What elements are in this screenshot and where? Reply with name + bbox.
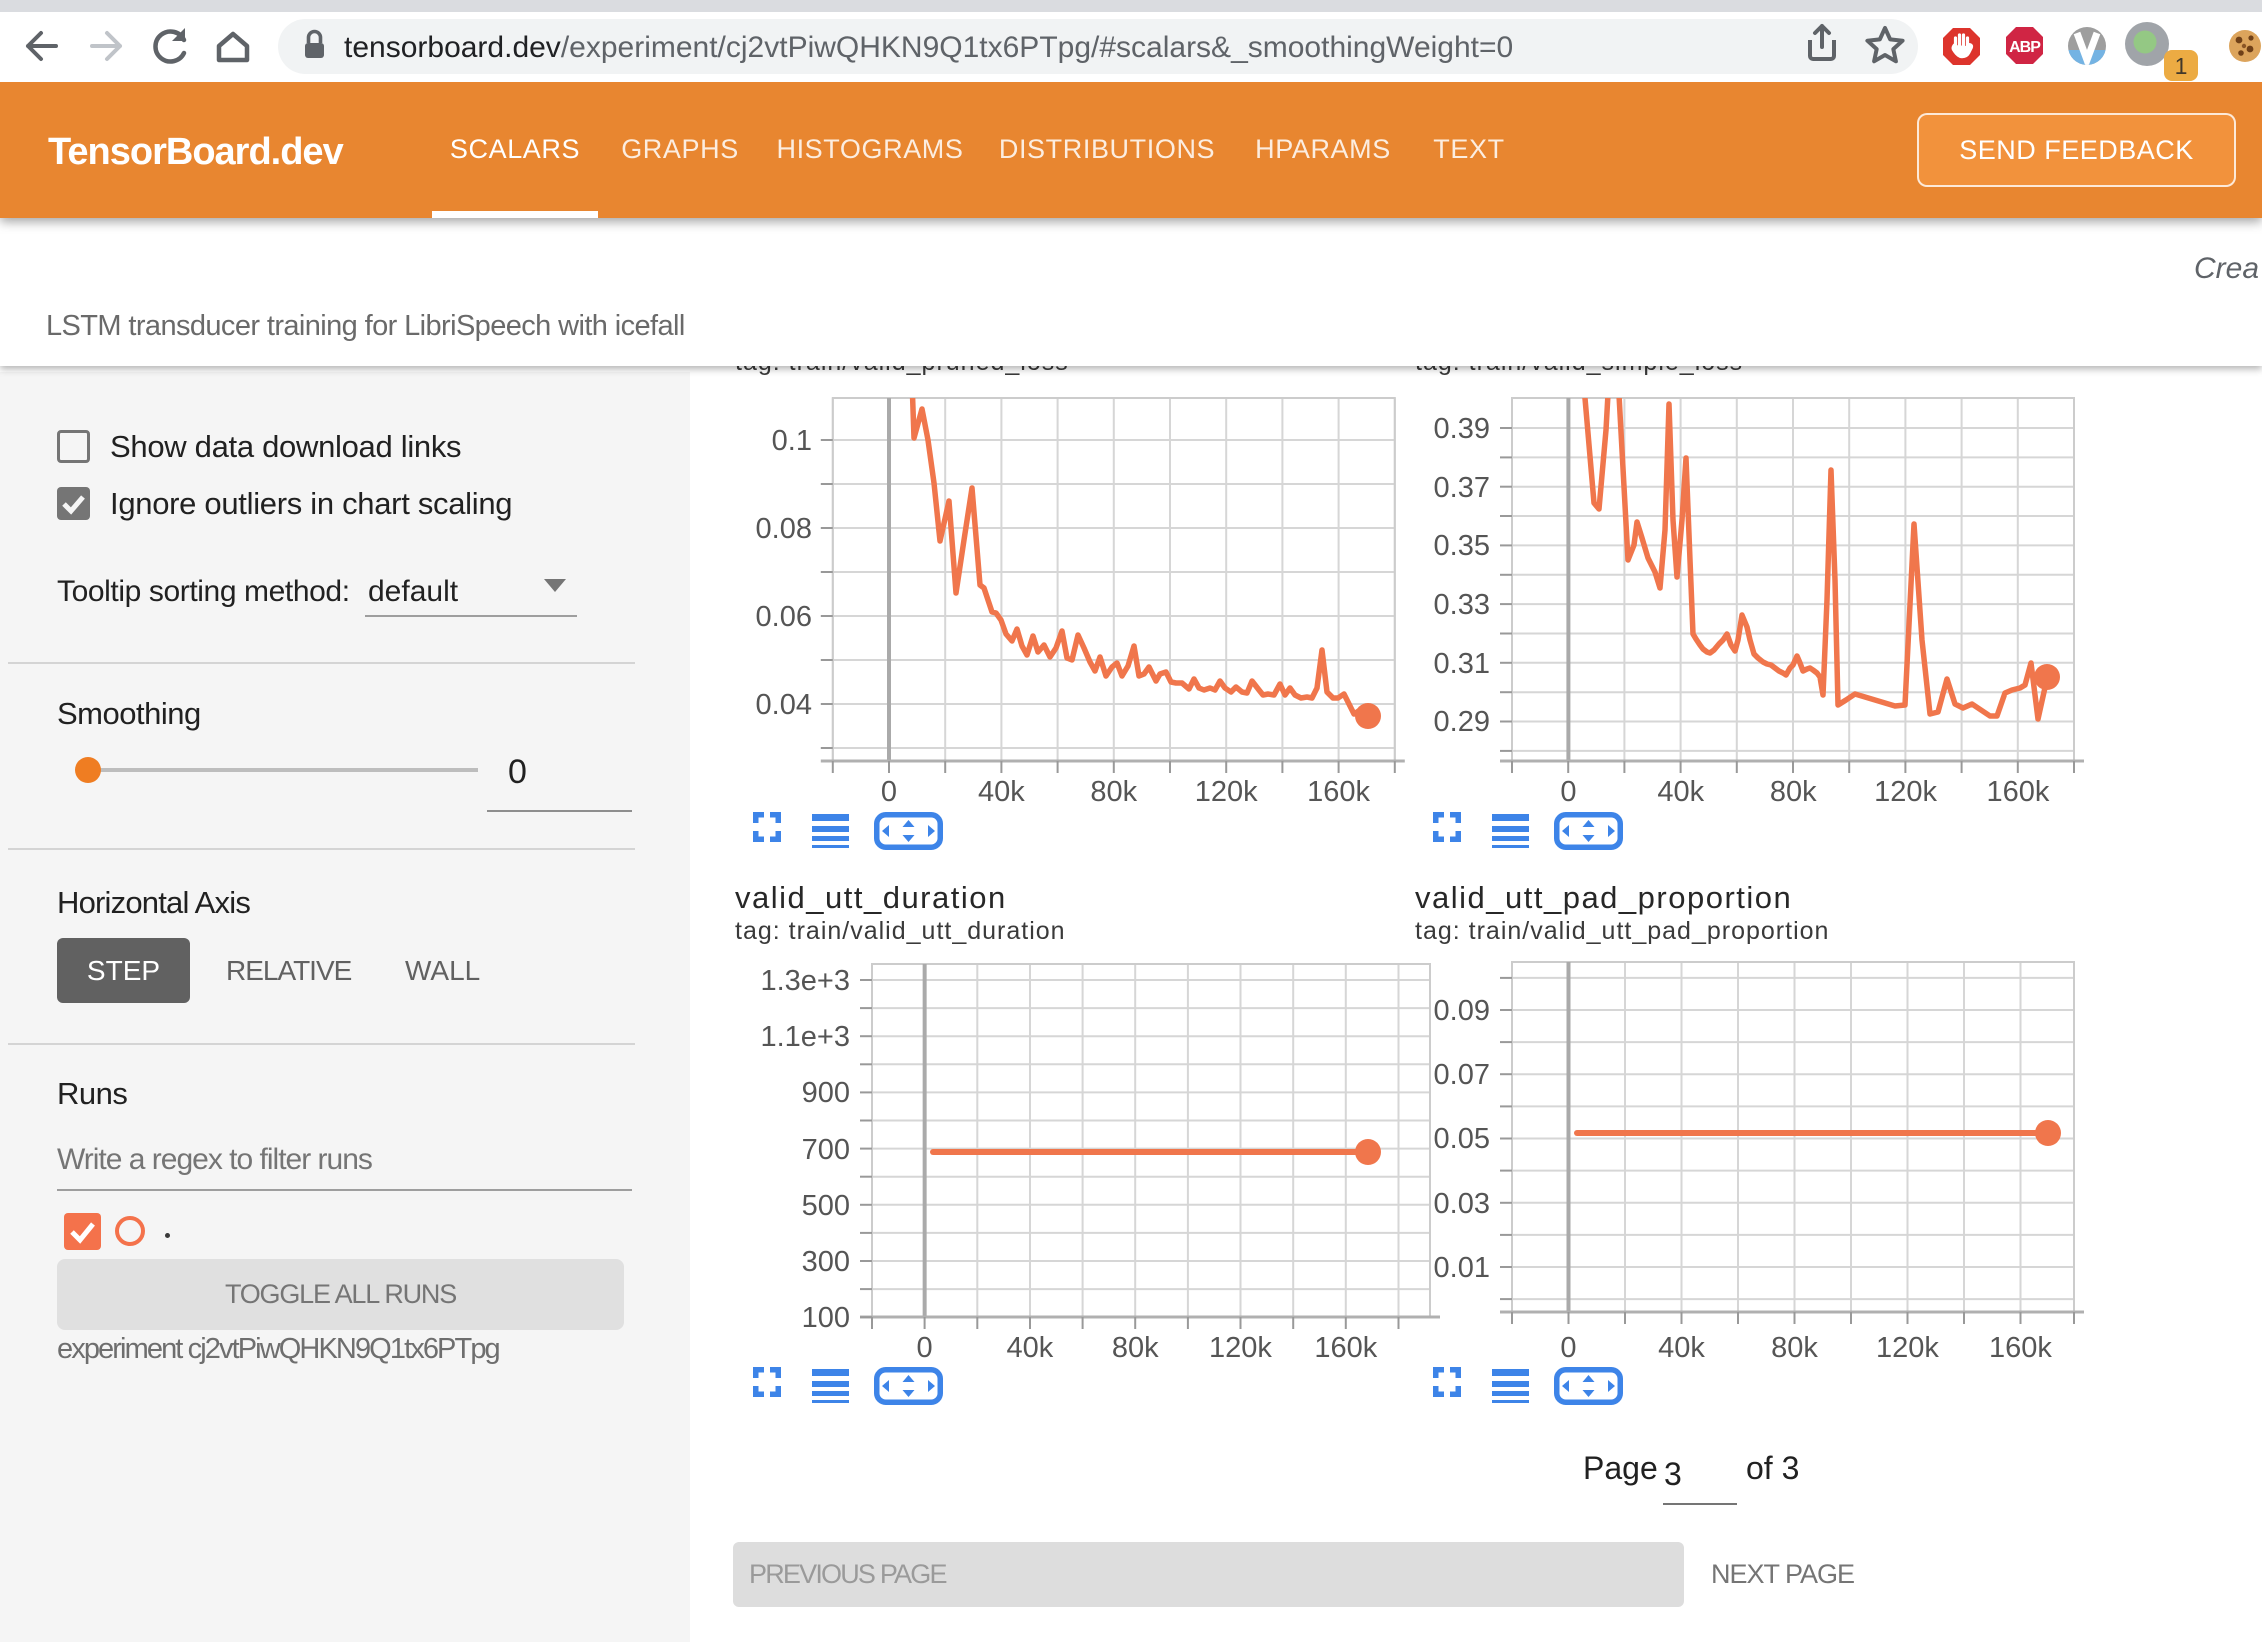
svg-text:80k: 80k <box>1770 776 1817 808</box>
svg-text:120k: 120k <box>1209 1332 1272 1364</box>
svg-text:0.1: 0.1 <box>772 425 812 457</box>
svg-text:1.1e+3: 1.1e+3 <box>760 1021 850 1053</box>
svg-text:0.03: 0.03 <box>1434 1188 1490 1220</box>
svg-text:tensorboard.dev/experiment/cj2: tensorboard.dev/experiment/cj2vtPiwQHKN9… <box>344 31 1513 64</box>
svg-text:0.04: 0.04 <box>756 689 812 721</box>
svg-text:0.07: 0.07 <box>1434 1059 1490 1091</box>
svg-text:700: 700 <box>802 1134 850 1166</box>
svg-text:1: 1 <box>2175 53 2188 79</box>
svg-text:80k: 80k <box>1090 776 1137 808</box>
svg-text:0: 0 <box>1560 776 1576 808</box>
svg-text:120k: 120k <box>1876 1332 1939 1364</box>
svg-text:100: 100 <box>802 1302 850 1334</box>
svg-text:0.06: 0.06 <box>756 601 812 633</box>
svg-text:0.01: 0.01 <box>1434 1252 1490 1284</box>
svg-text:120k: 120k <box>1874 776 1937 808</box>
svg-text:1.3e+3: 1.3e+3 <box>760 965 850 997</box>
svg-text:80k: 80k <box>1771 1332 1818 1364</box>
svg-text:40k: 40k <box>978 776 1025 808</box>
svg-text:tag: train/valid_utt_pad_propo: tag: train/valid_utt_pad_proportion <box>1415 917 1829 945</box>
svg-text:tag: train/valid_utt_duration: tag: train/valid_utt_duration <box>735 917 1066 945</box>
svg-text:0.29: 0.29 <box>1434 706 1490 738</box>
svg-text:0: 0 <box>917 1332 933 1364</box>
svg-text:160k: 160k <box>1307 776 1370 808</box>
svg-text:0.08: 0.08 <box>756 513 812 545</box>
svg-text:80k: 80k <box>1112 1332 1159 1364</box>
svg-text:0.37: 0.37 <box>1434 472 1490 504</box>
svg-text:0.09: 0.09 <box>1434 995 1490 1027</box>
svg-text:0.39: 0.39 <box>1434 413 1490 445</box>
svg-text:ABP: ABP <box>2009 39 2041 56</box>
svg-text:160k: 160k <box>1987 776 2050 808</box>
svg-text:valid_utt_pad_proportion: valid_utt_pad_proportion <box>1415 880 1792 915</box>
svg-text:0.33: 0.33 <box>1434 589 1490 621</box>
svg-text:0.31: 0.31 <box>1434 648 1490 680</box>
svg-text:0.35: 0.35 <box>1434 530 1490 562</box>
svg-text:160k: 160k <box>1314 1332 1377 1364</box>
svg-text:500: 500 <box>802 1190 850 1222</box>
svg-text:160k: 160k <box>1989 1332 2052 1364</box>
svg-text:0: 0 <box>881 776 897 808</box>
svg-text:40k: 40k <box>1007 1332 1054 1364</box>
svg-text:300: 300 <box>802 1246 850 1278</box>
svg-text:valid_utt_duration: valid_utt_duration <box>735 880 1007 915</box>
svg-text:120k: 120k <box>1195 776 1258 808</box>
svg-text:0: 0 <box>1560 1332 1576 1364</box>
svg-text:900: 900 <box>802 1077 850 1109</box>
svg-text:40k: 40k <box>1657 776 1704 808</box>
svg-text:40k: 40k <box>1658 1332 1705 1364</box>
svg-text:0.05: 0.05 <box>1434 1123 1490 1155</box>
